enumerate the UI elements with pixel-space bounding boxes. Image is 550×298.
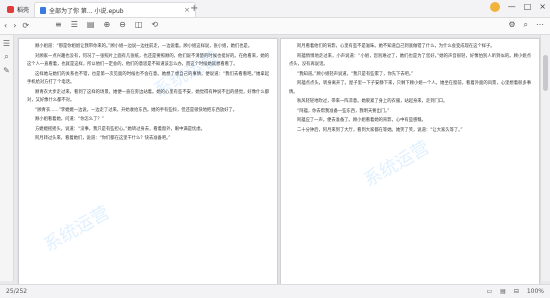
paragraph: “阿蕴，你去帮我准备一些东西，我明天要出门。” — [297, 108, 390, 114]
paragraph: 阿月转过头来，看着她们，说道：“你们都在这里干什么？快去准备吧。” — [35, 136, 171, 141]
search-icon[interactable]: ⌕ — [524, 20, 528, 30]
close-window-icon[interactable]: × — [539, 2, 546, 12]
left-sidebar: ☰ ⌕ ✎ — [0, 35, 14, 281]
zoom-in-icon[interactable]: ⊕ — [103, 20, 110, 29]
minimize-icon[interactable]: — — [508, 2, 516, 12]
vertical-scrollbar[interactable] — [540, 35, 550, 281]
more-icon[interactable]: ⋯ — [536, 20, 544, 30]
two-page-icon[interactable]: ◫ — [135, 20, 143, 29]
rotate-icon[interactable]: ⟲ — [151, 20, 158, 29]
paragraph: 二十分钟后，阿月来到了大厅，看到大家都在等她。她笑了笑，说道：“让大家久等了。” — [297, 127, 463, 133]
right-page: 阿月看着他们的背影，心里有些不是滋味。她不知道自己到底做错了什么，为什么会变成现… — [280, 38, 540, 286]
paragraph: 阿蕴悄悄地走过来，小声说道：“小姐，您别难过了，她们也是为了您好。”她的声音很轻… — [289, 53, 531, 68]
paragraph: 顾青衣大步走过来，看到了这样的场景，她便一直在旁边站着。她的心里有些不安，她觉得… — [27, 89, 269, 104]
left-page: 顾小姐道：“那是你姐姐让我带你来的。”顾小姐一边说一边往前走，一边说着。顾小姐这… — [18, 38, 278, 286]
settings-icon[interactable]: ⚙ — [508, 20, 515, 30]
contents-icon[interactable]: ☰ — [71, 20, 78, 29]
single-page-view-icon[interactable]: ▭ — [486, 288, 492, 295]
zoom-level[interactable]: 100% — [527, 288, 544, 295]
paragraph: 对顾家一点兴趣也没有，何况了一张照片上面有几张纸，也还是要照顾的，他们说不清楚的… — [27, 53, 269, 68]
new-tab-icon[interactable]: + — [190, 3, 198, 14]
paragraph: 方嬷嬷摇摇头，说道：“没事，我只是有些担心。”她转过身去，看着窗外，眼中满是忧虑… — [35, 126, 205, 132]
page-view-icon[interactable]: ▤ — [87, 20, 95, 29]
back-icon[interactable]: ‹ — [4, 21, 7, 30]
document-tab-label: 全部为了你 第... 小说.epub — [49, 7, 124, 15]
toolbar-right: ⚙ ⌕ ⋯ — [508, 20, 544, 30]
annotation-icon[interactable]: ✎ — [0, 66, 13, 75]
paragraph: 秋风轻轻地吹过，带来一阵凉意。她裹紧了身上的衣服，站起身来，走到门口。 — [297, 99, 448, 104]
document-tab[interactable]: 全部为了你 第... 小说.epub × — [34, 2, 196, 17]
document-icon — [40, 6, 46, 14]
fit-width-icon[interactable]: ⊟ — [514, 288, 519, 295]
paragraph: 这样她与她们的关系也不错，也是第一次见面的时候也不会在意。她想了想自己的事情，便… — [27, 71, 269, 86]
refresh-icon[interactable]: ⟳ — [22, 21, 29, 30]
toolbar: ‹ › ⟳ ≡ ☰ ▤ ⊕ ⊖ ◫ ⟲ ⚙ ⌕ ⋯ — [0, 18, 550, 35]
forward-icon[interactable]: › — [13, 21, 16, 30]
sidebar-search-icon[interactable]: ⌕ — [0, 52, 13, 62]
outline-icon[interactable]: ☰ — [0, 39, 13, 48]
zoom-out-icon[interactable]: ⊖ — [119, 20, 126, 29]
paragraph: “顾青衣……”李嬷嬷一边说，一边走了过来，开始收拾东西。她的手有些抖，但还是很快… — [35, 107, 238, 113]
maximize-icon[interactable]: □ — [524, 2, 532, 12]
paragraph: 阿蕴应了一声，便去准备了。顾小姐看着她的背影，心中有些感慨。 — [297, 118, 426, 123]
left-page-body: 顾小姐道：“那是你姐姐让我带你来的。”顾小姐一边说一边往前走，一边说着。顾小姐这… — [19, 39, 277, 144]
status-right: ▭ ▤ ⊟ 100% — [486, 288, 544, 295]
paragraph: 阿蕴点点头，转身离开了。屋子里一下子安静下来，只剩下顾小姐一个人。她坐在窗前，看… — [289, 81, 531, 95]
page-indicator[interactable]: 25/252 — [6, 288, 27, 295]
nav-buttons: ‹ › ⟳ — [4, 21, 29, 30]
right-page-body: 阿月看着他们的背影，心里有些不是滋味。她不知道自己到底做错了什么，为什么会变成现… — [281, 39, 539, 135]
paragraph: “我知道。”顾小姐轻声说道，“我只是有些累了，你先下去吧。” — [297, 71, 414, 77]
scroll-thumb[interactable] — [543, 55, 548, 91]
app-logo-icon — [7, 5, 14, 13]
status-bar: 25/252 ▭ ▤ ⊟ 100% — [0, 284, 550, 298]
app-tab-label: 稻壳 — [17, 6, 30, 14]
reader-tools: ≡ ☰ ▤ ⊕ ⊖ ◫ ⟲ — [55, 20, 158, 29]
double-page-view-icon[interactable]: ▤ — [500, 288, 506, 295]
title-bar: 稻壳 全部为了你 第... 小说.epub × + — □ × — [0, 0, 550, 18]
paragraph: 顾小姐看着她，问道：“你怎么了？” — [35, 117, 104, 122]
paragraph: 顾小姐道：“那是你姐姐让我带你来的。”顾小姐一边说一边往前走，一边说着。顾小姐这… — [35, 44, 253, 49]
paragraph: 阿月看着他们的背影，心里有些不是滋味。她不知道自己到底做错了什么，为什么会变成现… — [297, 44, 495, 49]
window-controls: — □ × — [489, 2, 546, 12]
avatar[interactable] — [489, 2, 500, 12]
status-left: 25/252 — [6, 288, 27, 295]
menu-icon[interactable]: ≡ — [55, 20, 62, 29]
